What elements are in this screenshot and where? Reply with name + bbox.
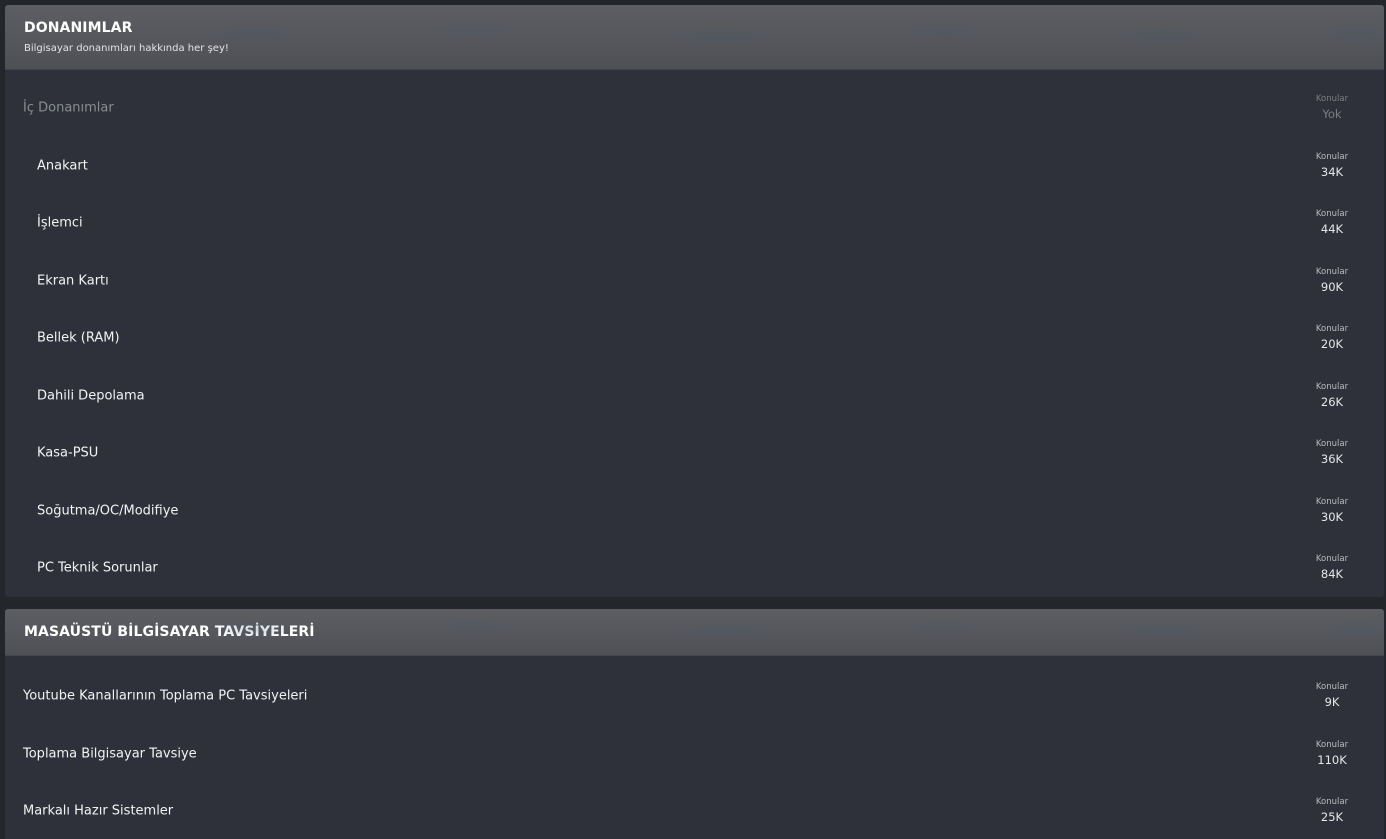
forum-node-kasa-psu[interactable]: Kasa-PSU Konular 36K (5, 424, 1384, 481)
stat-value: 110K (1317, 752, 1347, 767)
stat-label: Konular (1315, 266, 1349, 277)
forum-title[interactable]: PC Teknik Sorunlar (37, 560, 158, 575)
stat-label: Konular (1315, 739, 1349, 750)
block-description: Bilgisayar donanımları hakkında her şey! (24, 43, 229, 54)
stat-label: Konular (1315, 151, 1349, 162)
stat-label: Konular (1315, 496, 1349, 507)
stat-value: Yok (1322, 106, 1342, 121)
forum-title[interactable]: Markalı Hazır Sistemler (23, 803, 173, 818)
forum-node-markali-hazir[interactable]: Markalı Hazır Sistemler Konular 25K (5, 782, 1384, 839)
node-stats: Konular 9K (1302, 682, 1362, 710)
forum-node-pc-teknik-sorunlar[interactable]: PC Teknik Sorunlar Konular 84K (5, 539, 1384, 596)
stat-value: 26K (1320, 394, 1344, 409)
stat-label: Konular (1315, 93, 1349, 104)
node-stats: Konular 34K (1302, 152, 1362, 180)
forum-title[interactable]: Anakart (37, 158, 88, 173)
stat-value: 90K (1320, 279, 1344, 294)
node-stats: Konular 20K (1302, 324, 1362, 352)
stat-label: Konular (1315, 381, 1349, 392)
stat-value: 30K (1320, 509, 1344, 524)
forum-node-dahili-depolama[interactable]: Dahili Depolama Konular 26K (5, 367, 1384, 424)
forum-title[interactable]: Toplama Bilgisayar Tavsiye (23, 746, 197, 761)
stat-value: 44K (1320, 221, 1344, 236)
stat-value: 34K (1320, 164, 1344, 179)
stat-label: Konular (1315, 796, 1349, 807)
forum-node-sogutma[interactable]: Soğutma/OC/Modifiye Konular 30K (5, 482, 1384, 539)
forum-node-toplama-tavsiye[interactable]: Toplama Bilgisayar Tavsiye Konular 110K (5, 725, 1384, 782)
forum-node-islemci[interactable]: İşlemci Konular 44K (5, 194, 1384, 251)
stat-label: Konular (1315, 553, 1349, 564)
node-stats: Konular 110K (1302, 740, 1362, 768)
forum-title[interactable]: Soğutma/OC/Modifiye (37, 503, 178, 518)
stat-label: Konular (1315, 323, 1349, 334)
forum-node-ekran-karti[interactable]: Ekran Kartı Konular 90K (5, 252, 1384, 309)
stat-label: Konular (1315, 208, 1349, 219)
forum-title[interactable]: Dahili Depolama (37, 388, 145, 403)
forum-node-anakart[interactable]: Anakart Konular 34K (5, 137, 1384, 194)
forum-title[interactable]: Youtube Kanallarının Toplama PC Tavsiyel… (23, 688, 307, 703)
forum-node-youtube-toplama[interactable]: Youtube Kanallarının Toplama PC Tavsiyel… (5, 667, 1384, 724)
forum-page: DONANIMLAR Bilgisayar donanımları hakkın… (0, 0, 1386, 839)
stat-value: 36K (1320, 451, 1344, 466)
forum-node-bellek[interactable]: Bellek (RAM) Konular 20K (5, 309, 1384, 366)
forum-block-donanimlar: DONANIMLAR Bilgisayar donanımları hakkın… (5, 5, 1384, 597)
node-stats: Konular 30K (1302, 497, 1362, 525)
category-title[interactable]: İç Donanımlar (23, 100, 114, 115)
forum-title[interactable]: Bellek (RAM) (37, 330, 120, 345)
stat-label: Konular (1315, 438, 1349, 449)
node-stats: Konular 25K (1302, 797, 1362, 825)
block-header: DONANIMLAR Bilgisayar donanımları hakkın… (5, 5, 1384, 70)
block-title-link[interactable]: DONANIMLAR (24, 20, 132, 36)
node-stats: Konular 44K (1302, 209, 1362, 237)
block-title-link[interactable]: MASAÜSTÜ BİLGİSAYAR TAVSİYELERİ (24, 624, 315, 640)
forum-title[interactable]: Kasa-PSU (37, 445, 98, 460)
stat-value: 9K (1324, 694, 1340, 709)
node-stats: Konular 36K (1302, 439, 1362, 467)
forum-block-masaustu-tavsiyeleri: MASAÜSTÜ BİLGİSAYAR TAVSİYELERİ Youtube … (5, 609, 1384, 839)
block-header: MASAÜSTÜ BİLGİSAYAR TAVSİYELERİ (5, 609, 1384, 656)
node-stats: Konular Yok (1302, 94, 1362, 122)
node-stats: Konular 26K (1302, 382, 1362, 410)
forum-title[interactable]: Ekran Kartı (37, 273, 109, 288)
category-node[interactable]: İç Donanımlar Konular Yok (5, 79, 1384, 136)
node-stats: Konular 90K (1302, 267, 1362, 295)
stat-value: 20K (1320, 336, 1344, 351)
node-stats: Konular 84K (1302, 554, 1362, 582)
forum-title[interactable]: İşlemci (37, 215, 83, 230)
stat-label: Konular (1315, 681, 1349, 692)
stat-value: 84K (1320, 566, 1344, 581)
stat-value: 25K (1320, 809, 1344, 824)
